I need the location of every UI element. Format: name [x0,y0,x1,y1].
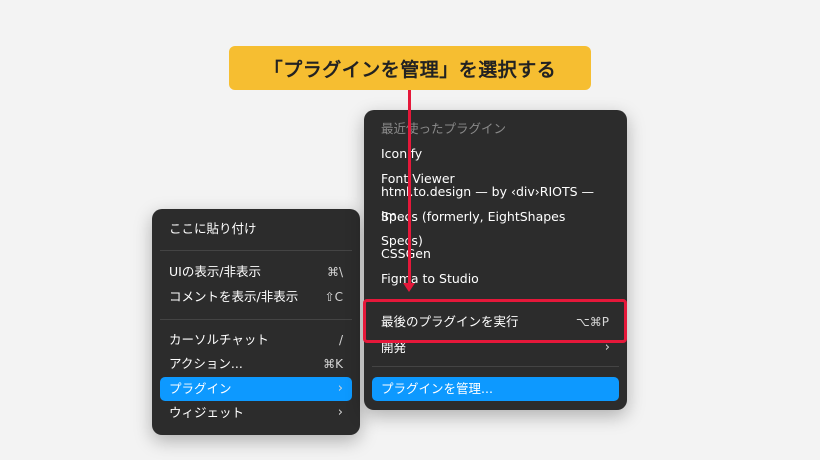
context-menu: ここに貼り付け UIの表示/非表示 ⌘\ コメントを表示/非表示 ⇧C カーソル… [152,209,360,435]
plugin-label: Iconify [381,146,423,161]
menu-item-label: 最後のプラグインを実行 [381,314,519,329]
annotation-arrow-head [403,283,415,292]
menu-item-run-last-plugin[interactable]: 最後のプラグインを実行 ⌥⌘P [372,310,618,334]
chevron-right-icon: › [337,381,343,396]
plugin-label: Figma to Studio [381,271,479,286]
plugins-submenu: 最近使ったプラグイン Iconify Font Viewer html.to.d… [364,110,627,410]
menu-divider [160,250,352,251]
menu-item-plugins[interactable]: プラグイン › [160,377,352,401]
shortcut-label: ⇧C [324,290,343,304]
menu-divider [160,319,352,320]
menu-item-cursor-chat[interactable]: カーソルチャット / [160,328,352,352]
menu-item-label: ここに貼り付け [169,221,257,236]
chevron-right-icon: › [337,405,343,420]
menu-divider [372,366,619,367]
menu-item-label: プラグインを管理... [381,381,493,396]
menu-item-label: アクション... [169,356,243,371]
menu-item-label: プラグイン [169,381,232,396]
menu-item-widgets[interactable]: ウィジェット › [160,401,352,425]
shortcut-label: ⌘K [323,357,343,371]
menu-item-label: コメントを表示/非表示 [169,289,299,304]
plugin-label: CSSGen [381,246,431,261]
menu-item-label: カーソルチャット [169,332,269,347]
menu-item-actions[interactable]: アクション... ⌘K [160,352,352,376]
menu-item-manage-plugins[interactable]: プラグインを管理... [372,377,619,401]
menu-item-label: UIの表示/非表示 [169,264,262,279]
menu-item-toggle-ui[interactable]: UIの表示/非表示 ⌘\ [160,260,352,284]
menu-item-toggle-comments[interactable]: コメントを表示/非表示 ⇧C [160,285,352,309]
shortcut-label: ⌥⌘P [575,315,609,329]
shortcut-label: ⌘\ [326,265,343,279]
highlight-box: 最後のプラグインを実行 ⌥⌘P [363,299,627,343]
instruction-callout: 「プラグインを管理」を選択する [229,46,591,90]
instruction-text: 「プラグインを管理」を選択する [263,58,557,81]
section-header: 最近使ったプラグイン [381,121,507,136]
menu-item-paste-here[interactable]: ここに貼り付け [160,217,352,241]
menu-item-label: ウィジェット [169,405,245,420]
shortcut-label: / [338,333,343,347]
annotation-arrow-line [408,90,411,285]
